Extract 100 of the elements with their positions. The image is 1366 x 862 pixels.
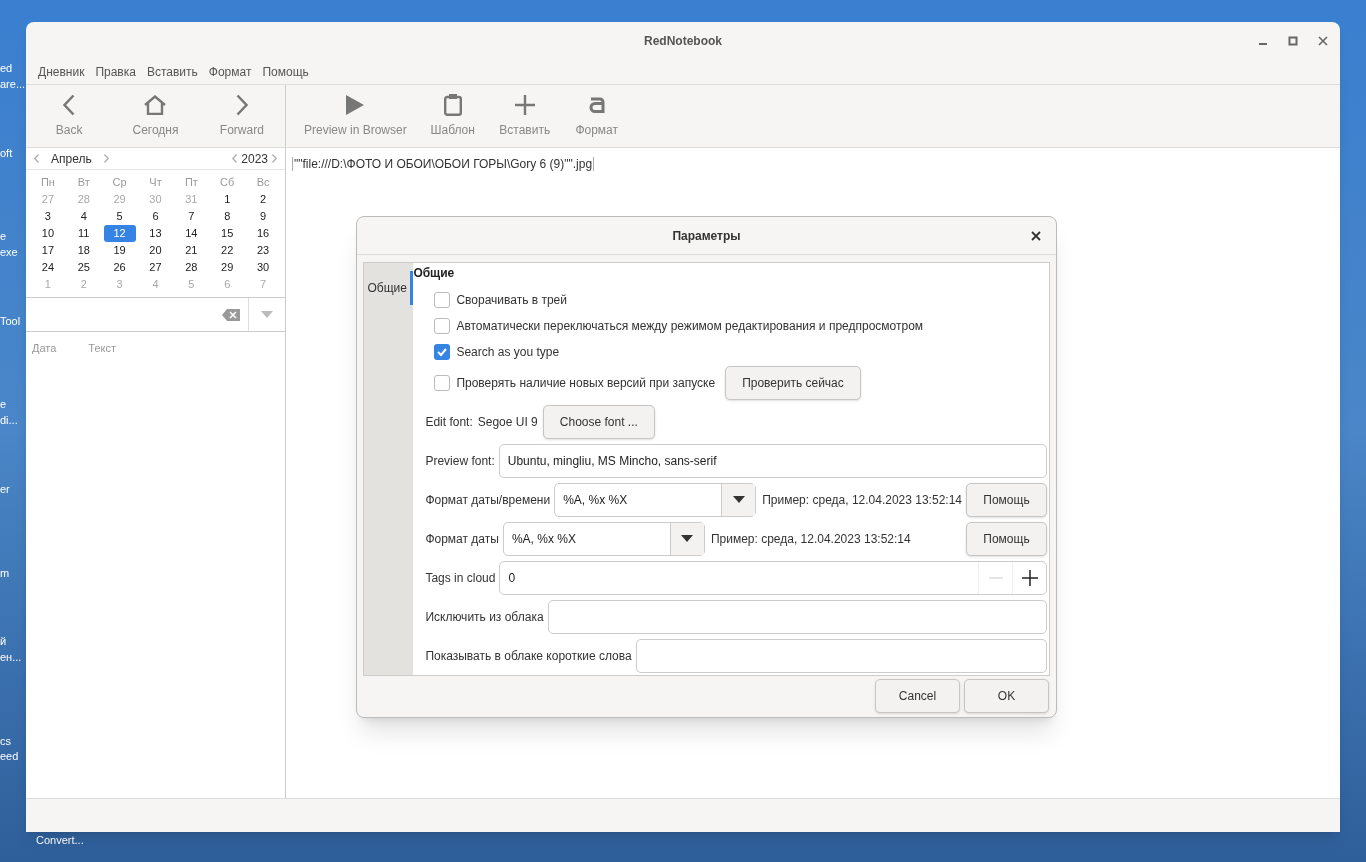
field-label: Preview font: — [425, 453, 495, 470]
calendar-day[interactable]: 5 — [103, 208, 136, 225]
calendar-day[interactable]: 30 — [247, 259, 279, 276]
menu-item[interactable]: Формат — [204, 63, 256, 81]
previous-year-icon[interactable] — [232, 154, 238, 163]
desktop-icon-label: Tool — [0, 314, 21, 328]
weekday-label: Пт — [183, 175, 199, 190]
desktop-icon-label: ен... — [0, 650, 22, 664]
checkbox[interactable] — [434, 343, 451, 360]
checkbox[interactable] — [434, 374, 451, 391]
spin-field[interactable]: 0 — [499, 560, 1047, 595]
checkbox-label: Search as you type — [456, 343, 560, 361]
calendar-day[interactable]: 29 — [211, 259, 244, 276]
desktop-icon-label: ed — [0, 61, 13, 75]
next-year-icon[interactable] — [272, 154, 277, 163]
calendar-day[interactable]: 7 — [175, 208, 208, 225]
close-icon[interactable] — [1031, 230, 1041, 241]
calendar-day[interactable]: 17 — [32, 242, 64, 259]
calendar-day[interactable]: 10 — [32, 225, 64, 242]
menu-item[interactable]: Правка — [91, 63, 140, 81]
calendar-day[interactable]: 25 — [67, 259, 100, 276]
desktop-icon-label: er — [0, 482, 10, 496]
desktop-icon-label: e — [0, 229, 7, 243]
window-title: RedNotebook — [644, 33, 722, 50]
desktop-icon-label: Convert... — [36, 833, 84, 847]
home-icon — [144, 95, 167, 115]
weekday-label: Вт — [76, 175, 91, 190]
calendar-day[interactable]: 13 — [139, 225, 172, 242]
checkbox-label: Проверять наличие новых версий при запуске — [456, 374, 716, 392]
caret-icon — [261, 311, 273, 318]
desktop-icon-label: di... — [0, 413, 18, 427]
desktop-icon-label: cs — [0, 734, 11, 748]
calendar-day[interactable]: 20 — [139, 242, 172, 259]
caret-icon — [732, 496, 745, 504]
play-icon — [346, 95, 365, 115]
calendar-day[interactable]: 23 — [247, 242, 279, 259]
letter-a-icon — [588, 97, 605, 113]
menu-item[interactable]: Дневник — [34, 63, 89, 81]
calendar-day[interactable]: 26 — [103, 259, 136, 276]
month-label: Апрель — [50, 150, 93, 168]
calendar-day[interactable]: 6 — [139, 208, 172, 225]
field-label: Формат даты — [425, 530, 499, 548]
weekday-label: Чт — [148, 175, 163, 190]
combo-box[interactable]: %A, %x %X — [554, 482, 757, 517]
text-field[interactable] — [635, 638, 1047, 673]
calendar-day[interactable]: 22 — [211, 242, 244, 259]
field-label: Исключить из облака — [425, 608, 544, 626]
push-button[interactable]: Помощь — [966, 482, 1047, 517]
clear-icon[interactable] — [222, 308, 240, 321]
close-icon[interactable] — [1318, 36, 1328, 46]
weekday-label: Вс — [255, 175, 271, 190]
calendar-day[interactable]: 24 — [32, 259, 64, 276]
desktop-icon-label: oft — [0, 146, 13, 160]
example-text: Пример: среда, 12.04.2023 13:52:14 — [762, 491, 962, 509]
desktop-icon-label: exe — [0, 245, 18, 259]
text-field[interactable]: Ubuntu, mingliu, MS Mincho, sans-serif — [498, 444, 1047, 478]
calendar-day[interactable]: 18 — [67, 242, 100, 259]
calendar-day[interactable]: 11 — [67, 225, 100, 242]
calendar-day[interactable]: 12 — [103, 225, 136, 242]
menu-item[interactable]: Вставить — [142, 63, 202, 81]
calendar-day[interactable]: 9 — [247, 208, 279, 225]
push-button[interactable]: Помощь — [966, 521, 1047, 556]
calendar-day[interactable]: 28 — [175, 259, 208, 276]
calendar-day[interactable]: 1 — [211, 191, 244, 208]
editor-text: ""file:///D:\ФОТО И ОБОИ\ОБОИ ГОРЫ\Gory 6 (9)"".jpg — [292, 157, 595, 171]
maximize-icon[interactable] — [1288, 36, 1298, 46]
previous-month-icon[interactable] — [34, 154, 39, 163]
checkbox-label: Сворачивать в трей — [456, 291, 567, 309]
calendar-day[interactable]: 21 — [175, 242, 208, 259]
calendar-day[interactable]: 2 — [247, 191, 279, 208]
desktop-icon-label: й — [0, 634, 7, 648]
text-field[interactable] — [547, 599, 1047, 634]
plus-icon[interactable] — [1021, 569, 1038, 586]
calendar-day[interactable]: 8 — [211, 208, 244, 225]
menu-item[interactable]: Помощь — [258, 63, 313, 81]
desktop-icon-label: eed — [0, 749, 19, 763]
checkbox[interactable] — [434, 317, 451, 334]
calendar-day[interactable]: 3 — [32, 208, 64, 225]
push-button[interactable]: Choose font ... — [542, 404, 655, 439]
calendar-day[interactable]: 19 — [103, 242, 136, 259]
next-month-icon[interactable] — [103, 154, 109, 163]
push-button[interactable]: OK — [964, 679, 1049, 713]
clipboard-icon — [443, 94, 462, 116]
push-button[interactable]: Cancel — [875, 679, 960, 713]
field-label: Tags in cloud — [425, 569, 496, 587]
field-label: Показывать в облаке короткие слова — [425, 647, 632, 665]
checkbox[interactable] — [434, 291, 451, 308]
combo-box[interactable]: %A, %x %X — [502, 521, 705, 556]
year-label: 2023 — [241, 150, 268, 168]
field-label: Edit font: — [425, 413, 473, 431]
push-button[interactable]: Проверить сейчас — [725, 365, 861, 400]
weekday-label: Пн — [39, 175, 56, 190]
calendar-day[interactable]: 14 — [175, 225, 208, 242]
weekday-label: Ср — [111, 175, 128, 190]
calendar-day[interactable]: 15 — [211, 225, 244, 242]
calendar-day[interactable]: 4 — [67, 208, 100, 225]
dialog-title: Параметры — [672, 227, 741, 245]
calendar-day[interactable]: 16 — [247, 225, 279, 242]
calendar-day[interactable]: 27 — [139, 259, 172, 276]
weekday-label: Сб — [219, 175, 236, 190]
